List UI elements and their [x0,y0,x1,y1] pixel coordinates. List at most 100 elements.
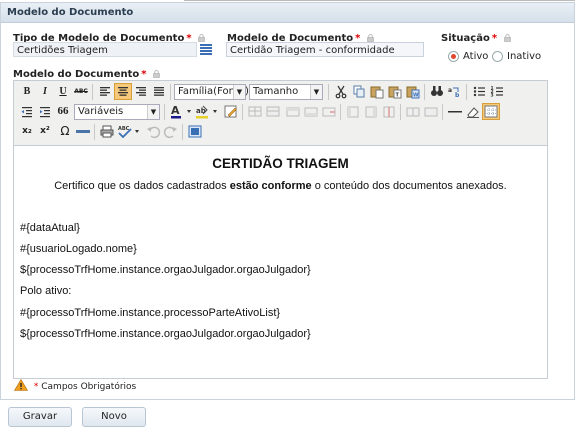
strikethrough-button[interactable]: ABC [72,83,90,100]
superscript-button[interactable]: x² [36,123,54,140]
toolbar-separator [182,124,183,140]
merge-cells-button[interactable] [422,103,440,120]
tipo-modelo-field[interactable]: Certidões Triagem [13,42,197,57]
remove-format-button[interactable] [464,103,482,120]
fullscreen-icon [188,125,202,138]
paste-text-icon: T [388,86,402,99]
copy-button[interactable] [350,83,368,100]
eraser-icon [467,107,479,118]
merge-cells-icon [424,107,438,117]
scissors-icon [335,85,347,99]
radio-inativo-label: Inativo [507,51,542,62]
lock-icon [367,34,374,42]
table-insert-button[interactable] [246,103,264,120]
col-before-button[interactable] [344,103,362,120]
new-button[interactable]: Novo [82,407,146,427]
modelo-documento-input[interactable]: Certidão Triagem - conformidade [226,42,424,57]
bullet-list-icon [473,86,485,97]
bullet-list-button[interactable] [470,83,488,100]
binoculars-icon [431,86,443,96]
redo-icon [163,126,177,139]
horizontal-rule-icon [448,111,462,113]
svg-text:T: T [396,93,400,99]
italic-button[interactable]: I [36,83,54,100]
col-after-icon [365,106,377,118]
replace-button[interactable]: ab [446,83,464,100]
toolbar-separator [328,84,329,100]
table-icon [248,106,262,117]
svg-text:b: b [455,92,460,99]
split-cells-button[interactable] [404,103,422,120]
toolbar-row-3: x₂ x² Ω ABC [16,123,546,143]
paste-word-button[interactable]: W [404,83,422,100]
toolbar-row-1: B I U ABC Família(Fonte) ▼ Tamanho ▼ T W a… [16,83,546,103]
special-char-button[interactable]: Ω [56,123,74,140]
document-line: Polo ativo: [20,285,72,297]
document-intro: Certifico que os dados cadastrados estão… [54,180,507,192]
undo-button[interactable] [144,123,162,140]
row-before-button[interactable] [284,103,302,120]
subscript-button[interactable]: x₂ [18,123,36,140]
row-after-button[interactable] [302,103,320,120]
align-left-button[interactable] [96,83,114,100]
spellcheck-button[interactable]: ABC [116,123,142,140]
horizontal-rule-button[interactable] [446,103,464,120]
insert-line-button[interactable] [74,123,92,140]
document-line: #{dataAtual} [20,222,80,234]
panel-title: Modelo do Documento [1,3,574,23]
delete-col-icon [383,106,395,118]
top-divider [184,0,575,1]
rich-text-editor: B I U ABC Família(Fonte) ▼ Tamanho ▼ T W a… [13,80,548,379]
align-justify-button[interactable] [150,83,168,100]
highlight-icon: ab [196,105,217,119]
print-button[interactable] [98,123,116,140]
chevron-down-icon: ▼ [233,85,245,99]
printer-icon [100,125,114,138]
highlight-color-button[interactable]: ab [194,103,220,120]
visual-aid-button[interactable] [482,103,500,120]
paste-word-icon: W [406,86,420,99]
align-right-icon [136,87,146,96]
col-after-button[interactable] [362,103,380,120]
edit-source-button[interactable] [222,103,240,120]
toolbar-separator [92,84,93,100]
fullscreen-button[interactable] [186,123,204,140]
radio-ativo[interactable] [448,51,459,62]
numbered-list-button[interactable]: 123 [488,83,506,100]
editor-toolbar: B I U ABC Família(Fonte) ▼ Tamanho ▼ T W a… [14,81,547,146]
blockquote-button[interactable]: 66 [54,103,72,120]
toolbar-separator [94,124,95,140]
paste-button[interactable] [368,83,386,100]
list-icon[interactable] [200,44,212,55]
indent-button[interactable] [36,103,54,120]
editor-content[interactable]: CERTIDÃO TRIAGEM Certifico que os dados … [14,146,547,378]
table-props-button[interactable] [264,103,282,120]
bold-button[interactable]: B [18,83,36,100]
svg-text:A: A [171,104,180,117]
radio-inativo[interactable] [492,51,503,62]
save-button[interactable]: Gravar [8,407,72,427]
undo-icon [147,126,161,139]
svg-text:W: W [413,93,419,99]
text-color-button[interactable]: A [168,103,194,120]
toolbar-separator [400,104,401,120]
outdent-button[interactable] [18,103,36,120]
col-before-icon [347,106,359,118]
align-center-button[interactable] [114,83,132,100]
table-props-icon [266,106,280,117]
variables-select[interactable]: Variáveis ▼ [74,104,160,120]
numbered-list-icon: 123 [491,86,503,99]
font-size-select[interactable]: Tamanho ▼ [249,84,323,100]
align-right-button[interactable] [132,83,150,100]
underline-button[interactable]: U [54,83,72,100]
font-family-select[interactable]: Família(Fonte) ▼ [174,84,249,100]
find-button[interactable] [428,83,446,100]
paste-text-button[interactable]: T [386,83,404,100]
delete-row-button[interactable] [320,103,338,120]
chevron-down-icon: ▼ [310,85,322,99]
delete-col-button[interactable] [380,103,398,120]
split-cells-icon [406,107,420,117]
cut-button[interactable] [332,83,350,100]
document-line: ${processoTrfHome.instance.orgaoJulgador… [20,264,311,276]
redo-button[interactable] [162,123,180,140]
